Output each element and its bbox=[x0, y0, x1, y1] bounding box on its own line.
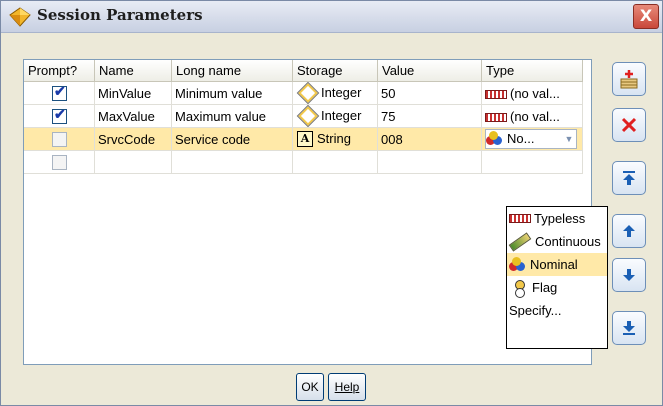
table-header: Prompt? Name Long name Storage Value Typ… bbox=[24, 60, 583, 82]
type-dropdown-list: Typeless Continuous Nominal Flag Specify… bbox=[506, 206, 608, 349]
type-combobox[interactable]: No... ▼ bbox=[485, 128, 577, 149]
table-row[interactable]: ✔ MinValue Minimum value Integer 50 (no … bbox=[24, 81, 583, 105]
ok-button[interactable]: OK bbox=[296, 373, 324, 401]
parameters-table: Prompt? Name Long name Storage Value Typ… bbox=[23, 59, 608, 365]
type-cell[interactable] bbox=[481, 150, 583, 174]
type-label: (no val... bbox=[510, 108, 560, 124]
string-a-icon: A bbox=[297, 131, 313, 148]
dropdown-item-label: Specify... bbox=[509, 303, 562, 318]
delete-button[interactable] bbox=[612, 108, 646, 142]
value-cell[interactable]: 008 bbox=[377, 127, 482, 151]
long-name-cell[interactable] bbox=[171, 150, 293, 174]
storage-cell[interactable] bbox=[292, 150, 378, 174]
move-to-top-icon bbox=[623, 171, 635, 185]
move-to-top-button[interactable] bbox=[612, 161, 646, 195]
prompt-checkbox[interactable] bbox=[52, 132, 67, 148]
column-header-storage[interactable]: Storage bbox=[292, 60, 378, 82]
storage-label: Integer bbox=[321, 84, 362, 100]
nominal-icon bbox=[509, 257, 527, 272]
pencil-ruler-icon bbox=[508, 231, 532, 252]
move-up-button[interactable] bbox=[612, 214, 646, 248]
prompt-cell[interactable] bbox=[24, 127, 95, 151]
value-cell[interactable]: 75 bbox=[377, 104, 482, 128]
prompt-cell[interactable]: ✔ bbox=[24, 104, 95, 128]
move-to-bottom-button[interactable] bbox=[612, 311, 646, 345]
type-cell[interactable]: (no val... bbox=[481, 81, 583, 105]
long-name-cell[interactable]: Minimum value bbox=[171, 81, 293, 105]
dropdown-item-label: Typeless bbox=[534, 211, 586, 226]
column-header-long-name[interactable]: Long name bbox=[171, 60, 293, 82]
ruler-icon bbox=[509, 214, 531, 223]
column-header-type[interactable]: Type bbox=[481, 60, 583, 82]
title-bar: Session Parameters X bbox=[1, 1, 662, 33]
type-label: (no val... bbox=[510, 85, 560, 101]
dropdown-item-nominal[interactable]: Nominal bbox=[507, 253, 607, 276]
table-row[interactable] bbox=[24, 150, 583, 174]
column-header-value[interactable]: Value bbox=[377, 60, 482, 82]
add-parameter-icon bbox=[620, 70, 638, 89]
close-button[interactable]: X bbox=[633, 4, 659, 29]
check-mark-icon: ✔ bbox=[54, 83, 66, 100]
table-row-selected[interactable]: SrvcCode Service code A String 008 No... … bbox=[24, 127, 583, 151]
dropdown-item-label: Nominal bbox=[530, 257, 578, 272]
flag-icon bbox=[514, 279, 525, 298]
integer-diamond-icon bbox=[296, 104, 320, 127]
name-cell[interactable] bbox=[94, 150, 172, 174]
name-cell[interactable]: SrvcCode bbox=[94, 127, 172, 151]
window-title: Session Parameters bbox=[37, 6, 203, 24]
prompt-cell[interactable] bbox=[24, 150, 95, 174]
column-header-prompt[interactable]: Prompt? bbox=[24, 60, 95, 82]
ruler-icon bbox=[485, 89, 507, 99]
dialog-content: Prompt? Name Long name Storage Value Typ… bbox=[1, 33, 662, 405]
name-cell[interactable]: MinValue bbox=[94, 81, 172, 105]
value-cell[interactable] bbox=[377, 150, 482, 174]
storage-cell[interactable]: Integer bbox=[292, 81, 378, 105]
prompt-checkbox[interactable]: ✔ bbox=[52, 83, 67, 102]
dropdown-item-label: Continuous bbox=[535, 234, 601, 249]
dropdown-item-continuous[interactable]: Continuous bbox=[507, 230, 607, 253]
storage-cell[interactable]: A String bbox=[292, 127, 378, 151]
nominal-icon bbox=[486, 131, 504, 146]
help-button[interactable]: Help bbox=[328, 373, 366, 401]
dropdown-item-label: Flag bbox=[532, 280, 558, 295]
long-name-cell[interactable]: Maximum value bbox=[171, 104, 293, 128]
type-label: No... bbox=[507, 131, 535, 147]
dropdown-item-flag[interactable]: Flag bbox=[507, 276, 607, 299]
prompt-cell[interactable]: ✔ bbox=[24, 81, 95, 105]
name-cell[interactable]: MaxValue bbox=[94, 104, 172, 128]
type-cell[interactable]: No... ▼ bbox=[481, 127, 583, 151]
type-cell[interactable]: (no val... bbox=[481, 104, 583, 128]
move-to-bottom-icon bbox=[623, 321, 635, 335]
move-up-icon bbox=[623, 225, 635, 237]
move-down-button[interactable] bbox=[612, 258, 646, 292]
integer-diamond-icon bbox=[296, 81, 320, 104]
ruler-icon bbox=[485, 112, 507, 122]
diamond-app-icon bbox=[9, 7, 31, 27]
move-down-icon bbox=[623, 269, 635, 281]
check-mark-icon: ✔ bbox=[54, 106, 66, 123]
storage-label: String bbox=[317, 130, 351, 146]
long-name-cell[interactable]: Service code bbox=[171, 127, 293, 151]
session-parameters-dialog: Session Parameters X Prompt? Name Long n… bbox=[0, 0, 663, 406]
delete-icon bbox=[621, 117, 637, 133]
add-parameter-button[interactable] bbox=[612, 62, 646, 96]
value-cell[interactable]: 50 bbox=[377, 81, 482, 105]
prompt-checkbox[interactable] bbox=[52, 155, 67, 171]
table-row[interactable]: ✔ MaxValue Maximum value Integer 75 (no … bbox=[24, 104, 583, 128]
dropdown-item-typeless[interactable]: Typeless bbox=[507, 207, 607, 230]
storage-cell[interactable]: Integer bbox=[292, 104, 378, 128]
column-header-name[interactable]: Name bbox=[94, 60, 172, 82]
chevron-down-icon[interactable]: ▼ bbox=[562, 131, 576, 147]
dropdown-item-specify[interactable]: Specify... bbox=[507, 299, 607, 322]
storage-label: Integer bbox=[321, 107, 362, 123]
prompt-checkbox[interactable]: ✔ bbox=[52, 106, 67, 125]
